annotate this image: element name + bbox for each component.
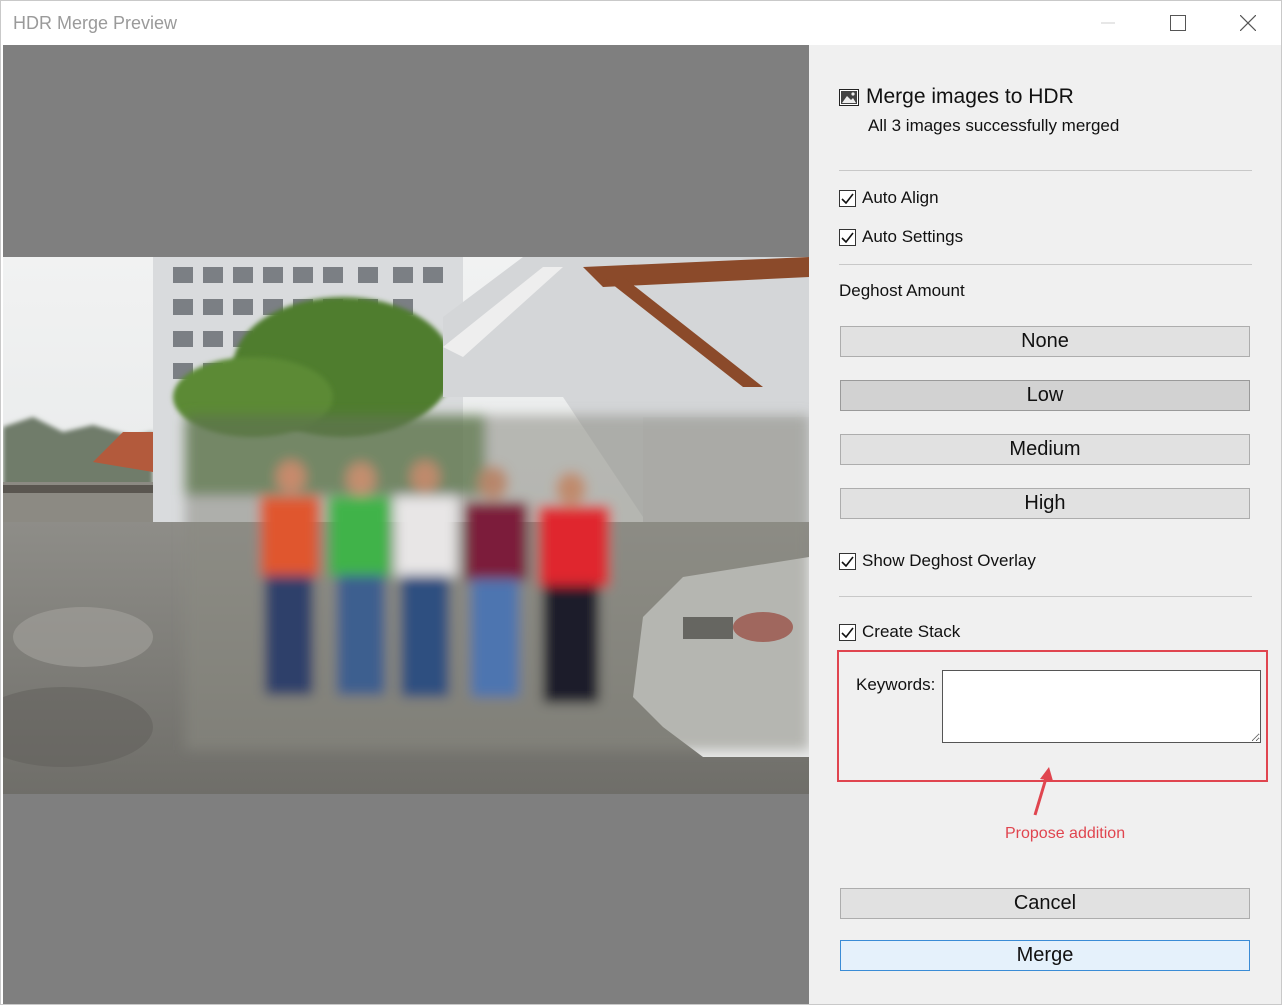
cancel-button[interactable]: Cancel (840, 888, 1250, 919)
deghost-none-button[interactable]: None (840, 326, 1250, 357)
merge-settings-panel: Merge images to HDR All 3 images success… (809, 45, 1281, 1004)
close-button[interactable] (1213, 1, 1281, 45)
checkmark-icon (841, 232, 854, 243)
checkmark-icon (841, 193, 854, 204)
title-bar: HDR Merge Preview (1, 1, 1281, 45)
divider (839, 264, 1252, 265)
checkbox-box[interactable] (839, 623, 856, 641)
annotation-text: Propose addition (1005, 825, 1126, 842)
divider (839, 596, 1252, 597)
auto-settings-checkbox[interactable]: Auto Settings (839, 226, 963, 248)
divider (839, 170, 1252, 171)
panel-title: Merge images to HDR (866, 85, 1074, 108)
merge-button[interactable]: Merge (840, 940, 1250, 971)
auto-align-label: Auto Align (862, 188, 939, 207)
maximize-button[interactable] (1143, 1, 1213, 45)
hdr-image-icon (839, 89, 859, 106)
create-stack-checkbox[interactable]: Create Stack (839, 621, 960, 643)
minimize-button[interactable] (1073, 1, 1143, 45)
auto-settings-label: Auto Settings (862, 227, 964, 246)
deghost-low-button[interactable]: Low (840, 380, 1250, 411)
minimize-icon (1101, 22, 1115, 24)
show-deghost-overlay-checkbox[interactable]: Show Deghost Overlay (839, 550, 1036, 572)
keywords-input[interactable] (942, 670, 1261, 743)
maximize-icon (1170, 15, 1186, 31)
checkbox-box[interactable] (839, 552, 856, 570)
checkmark-icon (841, 556, 854, 567)
close-icon (1240, 15, 1256, 31)
hdr-preview-area[interactable] (3, 45, 809, 1004)
keywords-label: Keywords: (856, 675, 936, 694)
merged-photo-preview (3, 257, 809, 794)
window-title: HDR Merge Preview (13, 13, 178, 33)
deghost-amount-label: Deghost Amount (839, 281, 965, 300)
create-stack-label: Create Stack (862, 622, 961, 641)
merge-status: All 3 images successfully merged (868, 116, 1120, 135)
auto-align-checkbox[interactable]: Auto Align (839, 187, 939, 209)
show-deghost-overlay-label: Show Deghost Overlay (862, 551, 1036, 570)
annotation-arrow-icon (1033, 767, 1053, 816)
hdr-merge-window: HDR Merge Preview Merge images to HDR Al… (0, 0, 1282, 1005)
deghost-medium-button[interactable]: Medium (840, 434, 1250, 465)
checkbox-box[interactable] (839, 228, 856, 246)
checkmark-icon (841, 627, 854, 638)
checkbox-box[interactable] (839, 189, 856, 207)
deghost-high-button[interactable]: High (840, 488, 1250, 519)
